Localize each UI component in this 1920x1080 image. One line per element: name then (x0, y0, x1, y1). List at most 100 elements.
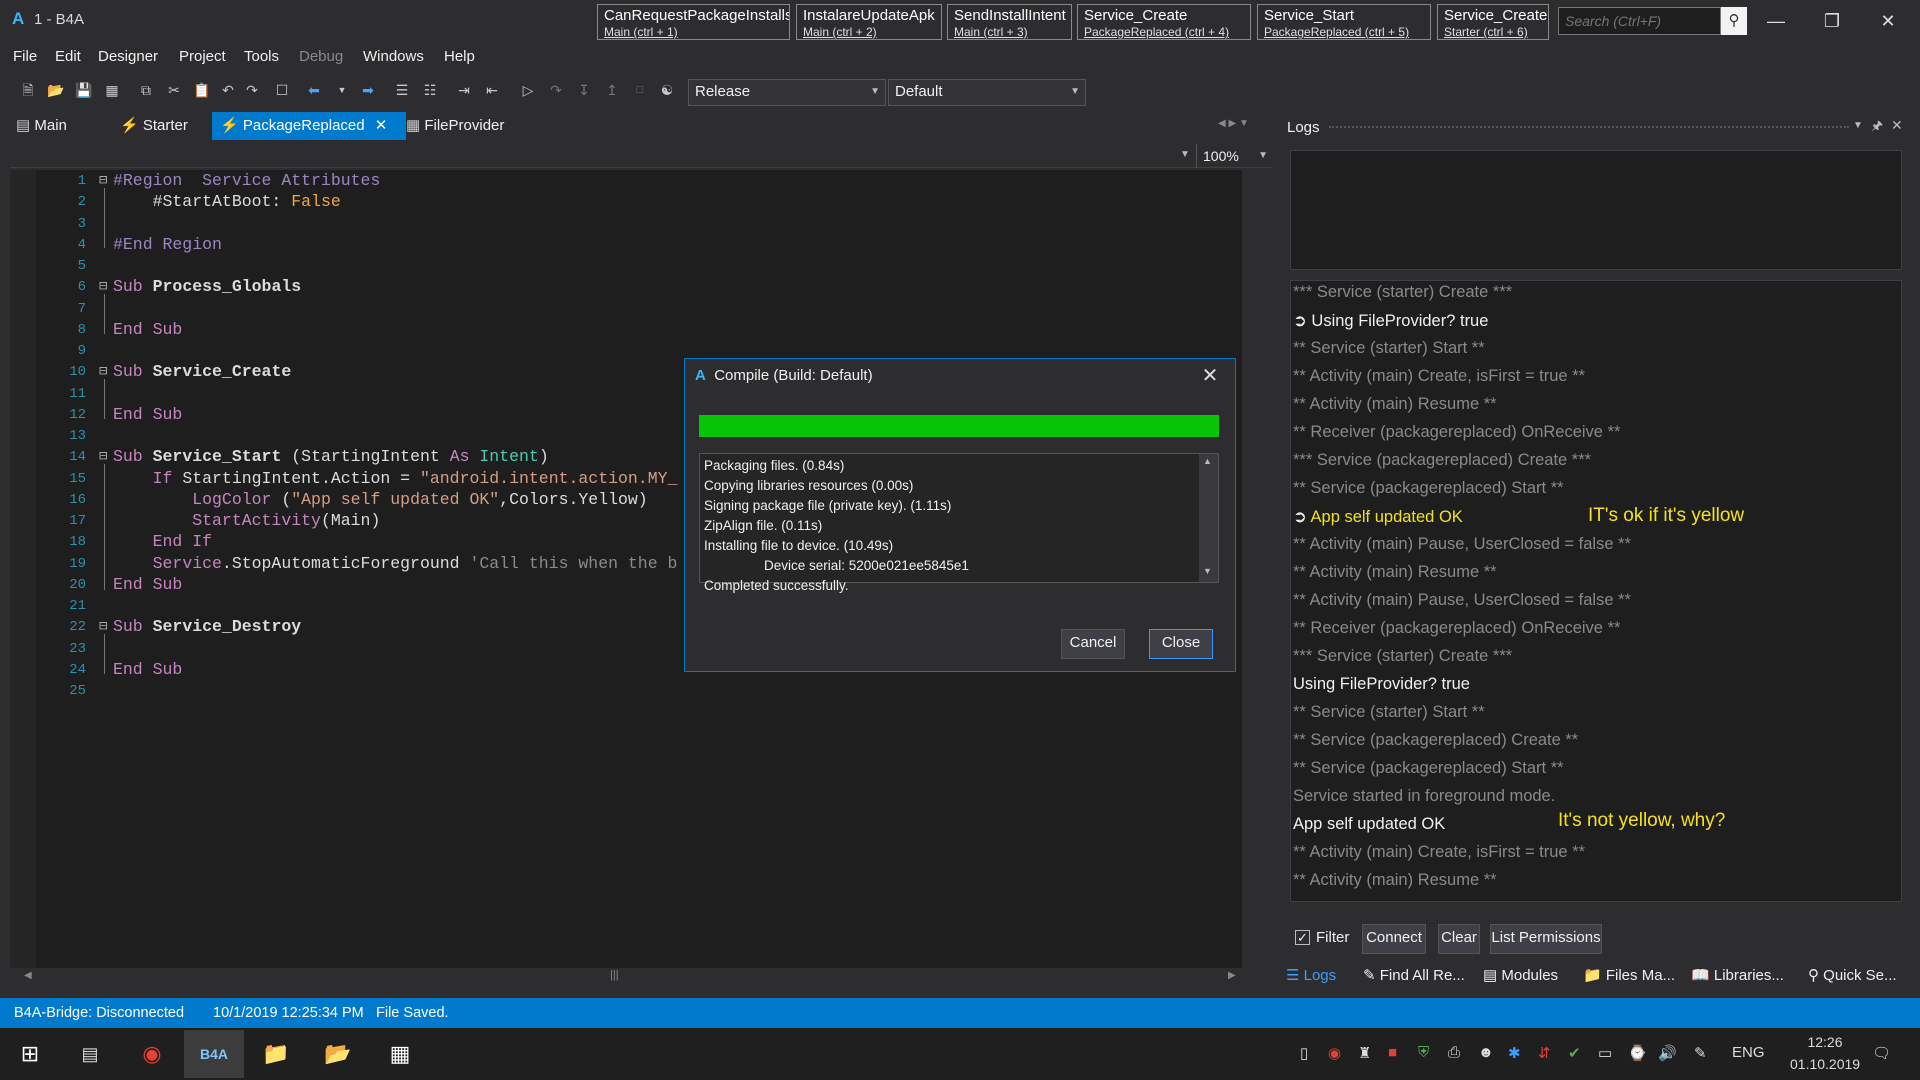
open-folder-icon[interactable]: 📂 (46, 80, 66, 100)
tab-files-manager[interactable]: 📁 Files Ma... (1583, 966, 1675, 984)
quick-button-5[interactable]: Service_Start PackageReplaced (ctrl + 5) (1257, 4, 1431, 40)
security-tray-icon[interactable]: ♜ (1358, 1044, 1371, 1062)
menu-designer[interactable]: Designer (98, 48, 158, 65)
build-config-select[interactable]: Default ▼ (888, 79, 1086, 106)
quick-button-4[interactable]: Service_Create PackageReplaced (ctrl + 4) (1077, 4, 1251, 40)
stop-icon[interactable]: □ (630, 80, 650, 100)
navigate-back-icon[interactable]: ⬅ (304, 80, 324, 100)
pin-icon[interactable]: 🖈 (1871, 117, 1883, 139)
search-input[interactable] (1563, 12, 1717, 30)
back-dropdown-icon[interactable]: ▼ (332, 80, 352, 100)
save-icon[interactable]: 💾 (74, 80, 94, 100)
menu-project[interactable]: Project (179, 48, 226, 65)
bluetooth-icon[interactable]: ✱ (1508, 1044, 1521, 1062)
close-tab-icon[interactable]: ✕ (375, 117, 388, 134)
restart-icon[interactable]: ☯ (657, 80, 677, 100)
menu-tools[interactable]: Tools (244, 48, 279, 65)
printer-icon[interactable]: ⎙ (1448, 1044, 1460, 1061)
build-mode-select[interactable]: Release ▼ (688, 79, 886, 106)
menu-windows[interactable]: Windows (363, 48, 424, 65)
tray-app-icon[interactable]: ■ (1388, 1044, 1397, 1061)
scroll-up-icon[interactable]: ▲ (1203, 456, 1212, 466)
close-window-icon[interactable]: ✕ (1860, 6, 1916, 36)
step-in-icon[interactable]: ↧ (574, 80, 594, 100)
quick-button-2[interactable]: InstalareUpdateApk Main (ctrl + 2) (796, 4, 942, 40)
app-tray-icon[interactable]: ◉ (1328, 1044, 1341, 1062)
chevron-down-icon[interactable]: ▼ (1853, 120, 1863, 131)
save-all-icon[interactable]: ▦ (102, 80, 122, 100)
paste-icon[interactable]: 📋 (192, 80, 212, 100)
fold-toggle-icon[interactable]: ⊟ (99, 278, 107, 295)
cut-icon[interactable]: ✂ (164, 80, 184, 100)
fold-toggle-icon[interactable]: ⊟ (99, 363, 107, 380)
list-permissions-button[interactable]: List Permissions (1490, 924, 1602, 954)
zoom-select[interactable]: 100% ▼ (1196, 144, 1272, 168)
filter-checkbox[interactable]: ✓ (1295, 930, 1310, 945)
indent-icon[interactable]: ⇥ (454, 80, 474, 100)
close-button[interactable]: Close (1149, 629, 1213, 659)
tab-scroll-icons[interactable]: ◀ ▶ ▼ (1218, 118, 1249, 129)
wifi-icon[interactable]: ⌚ (1628, 1044, 1647, 1062)
fold-toggle-icon[interactable]: ⊟ (99, 618, 107, 635)
connect-button[interactable]: Connect (1362, 924, 1426, 954)
file-explorer-icon[interactable]: 📁 (246, 1030, 306, 1078)
tab-main[interactable]: ▤ Main (8, 112, 116, 140)
clock-date[interactable]: 01.10.2019 (1790, 1056, 1860, 1072)
step-over-icon[interactable]: ↷ (546, 80, 566, 100)
usb-icon[interactable]: ▯ (1300, 1044, 1308, 1062)
copy-icon[interactable]: ⧉ (136, 80, 156, 100)
search-icon[interactable]: ⚲ (1721, 7, 1747, 35)
language-indicator[interactable]: ENG (1732, 1044, 1765, 1061)
undo-icon[interactable]: ↶ (218, 80, 238, 100)
notifications-icon[interactable]: 🗨 (1872, 1044, 1891, 1062)
tab-packagereplaced[interactable]: ⚡ PackageReplaced ✕ (212, 112, 406, 140)
outdent-icon[interactable]: ⇤ (482, 80, 502, 100)
navigate-forward-icon[interactable]: ➡ (358, 80, 378, 100)
b4a-taskbar-icon[interactable]: B4A (184, 1030, 244, 1078)
chrome-icon[interactable]: ◉ (122, 1030, 182, 1078)
calculator-icon[interactable]: ▦ (370, 1030, 430, 1078)
folder-shortcut-icon[interactable]: 📂 (308, 1030, 368, 1078)
editor-horizontal-scrollbar[interactable]: ◀ ||| ▶ (10, 968, 1242, 986)
scroll-down-icon[interactable]: ▼ (1203, 566, 1212, 576)
pen-icon[interactable]: ✎ (1694, 1044, 1707, 1062)
uncomment-icon[interactable]: ☷ (420, 80, 440, 100)
scroll-right-icon[interactable]: ▶ (1228, 970, 1236, 981)
menu-debug[interactable]: Debug (299, 48, 343, 65)
quick-button-3[interactable]: SendInstallIntent Main (ctrl + 3) (947, 4, 1072, 40)
windows-start-icon[interactable]: ⊞ (0, 1030, 60, 1078)
quick-button-6[interactable]: Service_Create Starter (ctrl + 6) (1437, 4, 1549, 40)
tab-fileprovider[interactable]: ▦ FileProvider (398, 112, 526, 140)
clock-time[interactable]: 12:26 (1790, 1034, 1860, 1050)
fold-toggle-icon[interactable]: ⊟ (99, 172, 107, 189)
editor-vertical-scrollbar[interactable] (1244, 170, 1262, 968)
scroll-thumb-grip[interactable]: ||| (610, 969, 619, 981)
close-icon[interactable]: ✕ (1891, 117, 1903, 134)
menu-edit[interactable]: Edit (55, 48, 81, 65)
scroll-left-icon[interactable]: ◀ (24, 970, 32, 981)
comment-icon[interactable]: ☰ (392, 80, 412, 100)
battery-icon[interactable]: ▭ (1598, 1044, 1612, 1062)
menu-help[interactable]: Help (444, 48, 475, 65)
fold-toggle-icon[interactable]: ⊟ (99, 448, 107, 465)
tab-libraries[interactable]: 📖 Libraries... (1691, 966, 1784, 984)
bookmark-icon[interactable]: ☐ (272, 80, 292, 100)
redo-icon[interactable]: ↷ (242, 80, 262, 100)
tab-find-all-references[interactable]: ✎ Find All Re... (1363, 966, 1465, 984)
menu-file[interactable]: File (13, 48, 37, 65)
new-file-icon[interactable]: 🗎 (18, 80, 38, 100)
task-view-icon[interactable]: ▤ (60, 1030, 120, 1078)
minimize-icon[interactable]: — (1748, 6, 1804, 36)
restore-icon[interactable]: ❐ (1804, 6, 1860, 36)
volume-icon[interactable]: 🔊 (1658, 1044, 1677, 1062)
clear-button[interactable]: Clear (1438, 924, 1480, 954)
cancel-button[interactable]: Cancel (1061, 629, 1125, 659)
tab-quick-search[interactable]: ⚲ Quick Se... (1808, 966, 1897, 984)
tab-starter[interactable]: ⚡ Starter (112, 112, 224, 140)
tab-modules[interactable]: ▤ Modules (1483, 966, 1558, 984)
updown-icon[interactable]: ⇵ (1538, 1044, 1551, 1062)
compile-log-scrollbar[interactable]: ▲ ▼ (1199, 454, 1218, 582)
panel-drag-handle[interactable] (1329, 126, 1849, 130)
check-shield-icon[interactable]: ✔ (1568, 1044, 1581, 1062)
quick-button-1[interactable]: CanRequestPackageInstalls Main (ctrl + 1) (597, 4, 790, 40)
